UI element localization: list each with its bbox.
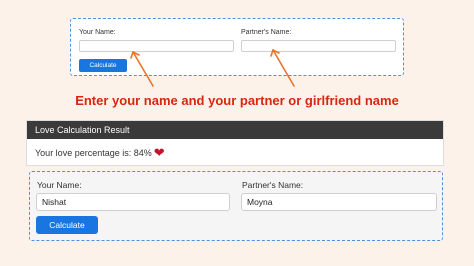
result-header: Love Calculation Result (27, 121, 443, 139)
partner-name-label: Partner's Name: (242, 180, 304, 190)
your-name-input[interactable]: Nishat (36, 193, 230, 211)
result-body: Your love percentage is: 84% ❤ (27, 139, 443, 166)
love-percentage-text: Your love percentage is: 84% (35, 147, 152, 158)
heart-icon: ❤ (153, 145, 165, 160)
filled-form-card: Your Name: Nishat Partner's Name: Moyna … (29, 171, 443, 241)
calculate-button[interactable]: Calculate (36, 216, 98, 234)
partner-name-input[interactable]: Moyna (241, 193, 437, 211)
your-name-label: Your Name: (37, 180, 82, 190)
arrow-to-partner-input (272, 49, 295, 87)
result-card: Love Calculation Result Your love percen… (26, 120, 444, 166)
instruction-text: Enter your name and your partner or girl… (75, 93, 399, 108)
arrow-to-name-input (132, 51, 154, 87)
